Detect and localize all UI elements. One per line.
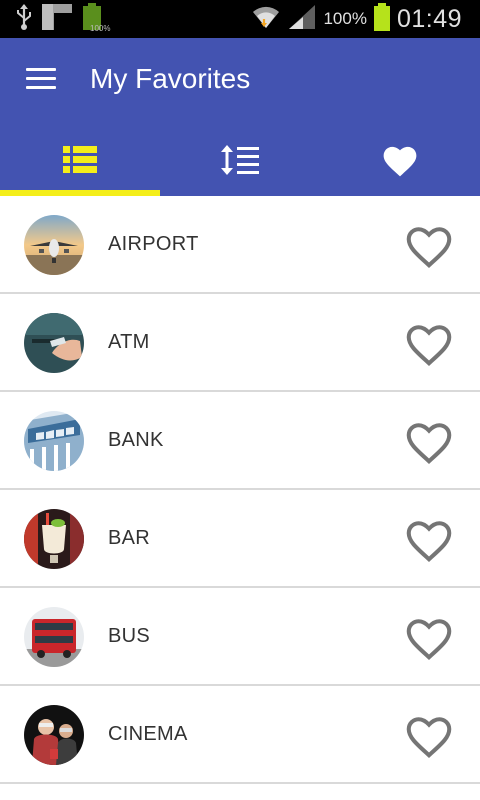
airplane-photo xyxy=(24,215,84,275)
cinema-audience-photo xyxy=(24,705,84,765)
tab-list-view[interactable] xyxy=(0,128,160,196)
status-bar-right: 100% 01:49 xyxy=(251,2,462,37)
bank-building-photo xyxy=(24,411,84,471)
heart-outline-icon[interactable] xyxy=(402,710,456,760)
cocktail-photo xyxy=(24,509,84,569)
list-item-cinema[interactable]: CINEMA xyxy=(0,686,480,784)
list-view-icon xyxy=(63,145,97,179)
item-label: CINEMA xyxy=(108,723,188,745)
atm-card-photo xyxy=(24,313,84,373)
tab-bar xyxy=(0,128,480,196)
sort-icon xyxy=(220,143,260,182)
list-item-atm[interactable]: ATM xyxy=(0,294,480,392)
clock: 01:49 xyxy=(396,4,462,33)
heart-outline-icon[interactable] xyxy=(402,416,456,466)
notification-battery-label: 100% xyxy=(90,24,111,33)
app-bar: My Favorites xyxy=(0,38,480,196)
item-label: BAR xyxy=(108,527,151,549)
list-item-bar[interactable]: BAR xyxy=(0,490,480,588)
gallery-notification-icon xyxy=(40,2,74,37)
usb-icon xyxy=(14,3,34,36)
heart-filled-icon xyxy=(380,142,420,183)
battery-percent: 100% xyxy=(323,9,367,28)
wifi-icon xyxy=(251,3,281,36)
list-item-bank[interactable]: BANK xyxy=(0,392,480,490)
hamburger-menu-icon[interactable] xyxy=(26,68,58,92)
heart-outline-icon[interactable] xyxy=(402,318,456,368)
battery-icon xyxy=(373,2,391,37)
list-item-airport[interactable]: AIRPORT xyxy=(0,196,480,294)
tab-sort[interactable] xyxy=(160,128,320,196)
tab-favorites[interactable] xyxy=(320,128,480,196)
page-title: My Favorites xyxy=(90,63,251,94)
item-label: AIRPORT xyxy=(108,233,199,255)
heart-outline-icon[interactable] xyxy=(402,220,456,270)
double-decker-bus-photo xyxy=(24,607,84,667)
heart-outline-icon[interactable] xyxy=(402,612,456,662)
signal-icon xyxy=(287,3,317,36)
heart-outline-icon[interactable] xyxy=(402,514,456,564)
item-label: ATM xyxy=(108,331,150,353)
favorites-list: AIRPORT ATM BANK BAR BUS CINEMA xyxy=(0,196,480,784)
item-label: BUS xyxy=(108,625,151,647)
list-item-bus[interactable]: BUS xyxy=(0,588,480,686)
item-label: BANK xyxy=(108,429,164,451)
status-bar: 100% 100% 01:49 xyxy=(0,0,480,38)
